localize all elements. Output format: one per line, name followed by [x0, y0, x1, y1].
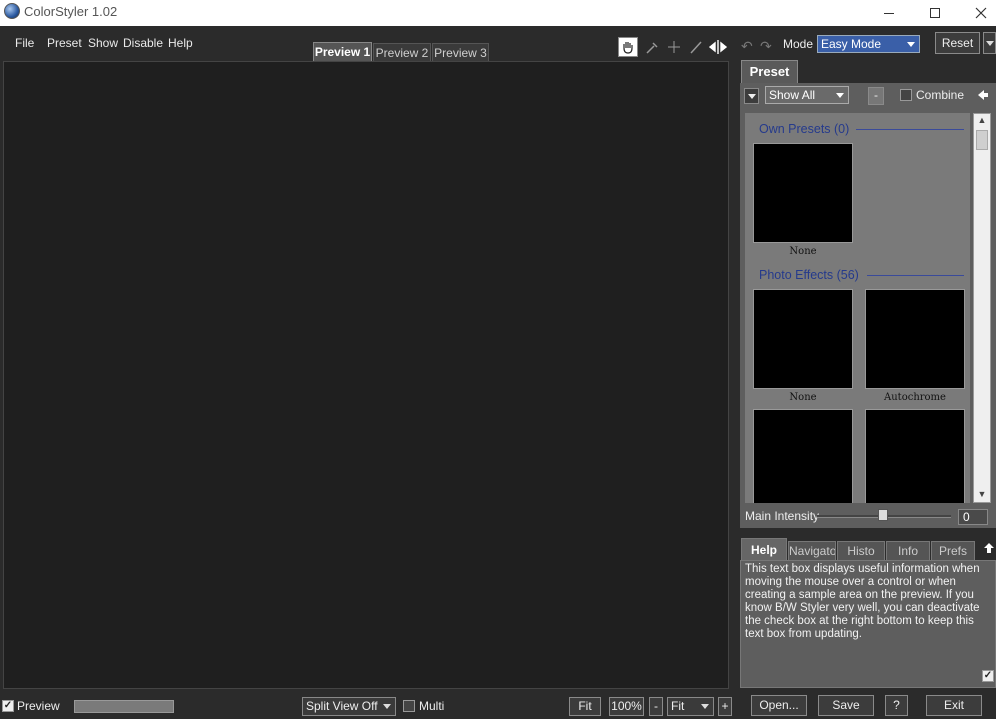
preset-thumbnail[interactable] — [865, 289, 965, 389]
hand-tool-button[interactable] — [618, 37, 638, 57]
preset-thumbnail[interactable] — [753, 289, 853, 389]
help-text: This text box displays useful informatio… — [745, 563, 980, 640]
crosshair-tool-button[interactable] — [664, 37, 684, 57]
preview-checkbox[interactable]: ✓ — [2, 700, 14, 712]
minimize-icon — [884, 12, 894, 14]
undo-icon[interactable]: ↶ — [741, 38, 753, 55]
combine-label: Combine — [916, 88, 965, 102]
eyedropper-icon — [646, 42, 658, 54]
main-intensity-row: Main Intensity 0 — [740, 506, 996, 528]
scroll-down-icon[interactable]: ▼ — [977, 489, 987, 499]
slider-knob[interactable] — [878, 509, 888, 521]
save-as-button[interactable]: Save As... — [818, 695, 874, 719]
window-title: ColorStyler 1.02 — [24, 4, 118, 19]
tab-navigator[interactable]: Navigator — [788, 541, 836, 560]
hand-icon — [623, 42, 633, 54]
preset-browser: Own Presets (0) None Photo Effects (56) … — [740, 109, 996, 506]
zoom-in-button[interactable]: + — [718, 697, 732, 716]
combine-checkbox[interactable] — [900, 89, 912, 101]
section-photo-effects: Photo Effects (56) — [759, 268, 859, 282]
tab-help[interactable]: Help — [741, 538, 787, 560]
reset-menu-button[interactable] — [983, 32, 996, 54]
close-icon — [975, 7, 987, 19]
zoom-select[interactable]: Fit — [667, 697, 714, 716]
preset-remove-button[interactable]: - — [868, 87, 884, 105]
tab-histo[interactable]: Histo — [837, 541, 885, 560]
preset-thumbnail[interactable] — [753, 409, 853, 503]
brush-icon — [690, 41, 702, 54]
exit-button[interactable]: Exit — [926, 695, 982, 716]
zoom-out-button[interactable]: - — [649, 697, 663, 716]
tab-info[interactable]: Info — [886, 541, 930, 560]
open-button[interactable]: Open... — [751, 695, 807, 716]
preset-thumbnail[interactable] — [865, 409, 965, 503]
preset-label: None — [789, 392, 817, 403]
preview-canvas[interactable] — [3, 61, 729, 689]
chevron-down-icon — [907, 42, 915, 47]
close-window-button[interactable] — [958, 0, 996, 26]
title-bar: ColorStyler 1.02 — [0, 0, 996, 26]
zoom-select-value: Fit — [671, 699, 685, 713]
scrollbar-thumb[interactable] — [976, 130, 988, 150]
redo-icon[interactable]: ↷ — [760, 38, 772, 55]
mode-label: Mode — [783, 37, 814, 51]
tab-prefs[interactable]: Prefs — [931, 541, 975, 560]
tab-preview-3[interactable]: Preview 3 — [432, 43, 489, 61]
app-logo-icon — [4, 3, 20, 19]
help-button[interactable]: ? — [885, 695, 908, 716]
preset-list: Own Presets (0) None Photo Effects (56) … — [745, 113, 970, 503]
split-view-select[interactable]: Split View Off — [302, 697, 396, 716]
preset-filter-value: Show All — [769, 88, 816, 102]
section-divider — [856, 129, 964, 130]
split-tool-button[interactable] — [708, 37, 728, 57]
maximize-icon — [930, 8, 940, 18]
menu-preset[interactable]: Preset — [47, 36, 82, 50]
preset-filter-select[interactable]: Show All — [765, 86, 849, 104]
progress-bar — [74, 700, 174, 713]
mode-select[interactable]: Easy Mode — [817, 35, 920, 53]
split-arrows-icon — [709, 40, 727, 54]
preset-toolbar: Show All - Combine — [740, 83, 996, 109]
menu-show[interactable]: Show — [88, 36, 118, 50]
preview-label: Preview — [17, 699, 60, 713]
section-divider — [867, 275, 964, 276]
chevron-down-icon — [986, 41, 994, 46]
tab-preview-2[interactable]: Preview 2 — [373, 43, 431, 61]
minimize-button[interactable] — [866, 0, 912, 26]
multi-label: Multi — [419, 699, 445, 713]
main-intensity-value[interactable]: 0 — [958, 509, 988, 525]
menu-disable[interactable]: Disable — [123, 36, 163, 50]
maximize-button[interactable] — [912, 0, 958, 26]
mode-value: Easy Mode — [821, 37, 882, 51]
arrow-up-icon[interactable] — [983, 542, 995, 554]
menu-help[interactable]: Help — [168, 36, 193, 50]
eyedropper-tool-button[interactable] — [642, 37, 662, 57]
preset-scrollbar[interactable]: ▲ ▼ — [973, 113, 991, 503]
help-update-checkbox[interactable]: ✓ — [982, 670, 994, 682]
scroll-up-icon[interactable]: ▲ — [977, 115, 987, 125]
fit-button[interactable]: Fit — [569, 697, 601, 716]
help-text-box: This text box displays useful informatio… — [740, 560, 996, 688]
preset-menu-button[interactable] — [744, 88, 759, 104]
multi-checkbox[interactable] — [403, 700, 415, 712]
zoom-100-button[interactable]: 100% — [609, 697, 644, 716]
reset-button[interactable]: Reset — [935, 32, 980, 54]
preset-label: Autochrome — [884, 392, 946, 403]
section-own-presets: Own Presets (0) — [759, 122, 850, 136]
main-intensity-label: Main Intensity — [745, 509, 820, 523]
tab-preview-1[interactable]: Preview 1 — [313, 42, 372, 62]
arrow-left-icon[interactable] — [977, 89, 989, 101]
split-view-value: Split View Off — [306, 699, 378, 713]
brush-tool-button[interactable] — [686, 37, 706, 57]
crosshair-icon — [668, 41, 680, 53]
preset-label: None — [789, 246, 817, 257]
chevron-down-icon — [836, 93, 844, 98]
preset-thumbnail[interactable] — [753, 143, 853, 243]
chevron-down-icon — [701, 704, 709, 709]
chevron-down-icon — [748, 94, 756, 99]
menu-file[interactable]: File — [15, 36, 34, 50]
tab-preset[interactable]: Preset — [741, 60, 798, 83]
info-tabs: Help Navigator Histo Info Prefs — [740, 538, 996, 560]
chevron-down-icon — [383, 704, 391, 709]
